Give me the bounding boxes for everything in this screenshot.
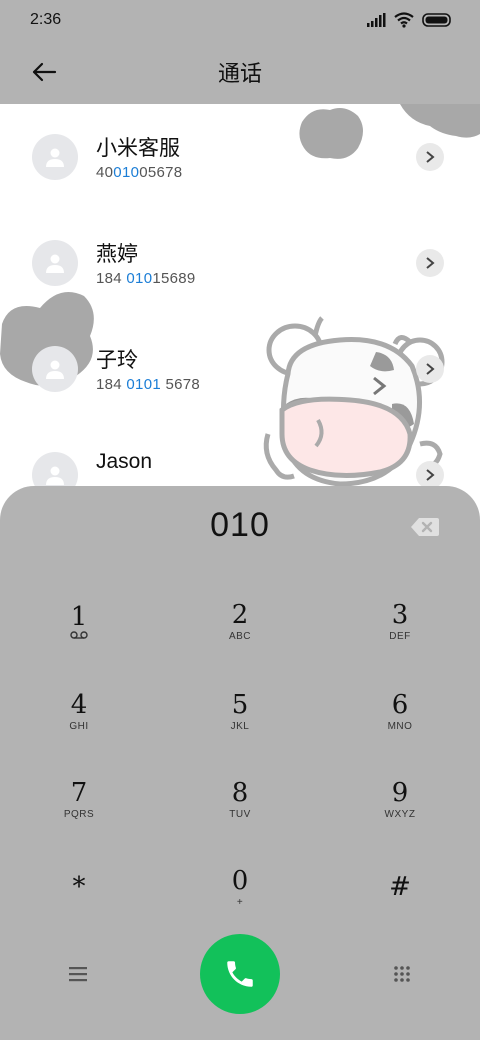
avatar	[32, 134, 78, 180]
status-bar: 2:36	[0, 0, 480, 40]
contact-number: 184 0101 5678	[96, 376, 200, 393]
contact-name: Jason	[96, 450, 153, 473]
contact-name: 小米客服	[96, 136, 180, 160]
number-part: 184	[96, 376, 127, 393]
contact-number: 184 01015689	[96, 270, 196, 287]
contact-row[interactable]: 燕婷 184 01015689	[0, 210, 480, 316]
status-icons	[366, 12, 452, 28]
number-match: 010	[113, 164, 140, 181]
contact-row[interactable]: Jason	[0, 422, 480, 486]
key-digit: 6	[391, 689, 409, 720]
key-letters: MNO	[387, 720, 413, 732]
key-9[interactable]: 9 WXYZ	[345, 764, 455, 834]
person-icon	[46, 254, 64, 273]
key-digit: 7	[70, 777, 88, 808]
key-star[interactable]: *	[24, 852, 134, 922]
call-button[interactable]	[200, 934, 280, 1014]
battery-icon	[422, 13, 451, 27]
number-part: 184	[96, 270, 127, 287]
chevron-right-icon	[426, 257, 435, 269]
key-2[interactable]: 2 ABC	[185, 586, 295, 656]
key-digit: 9	[391, 777, 409, 808]
page-title: 通话	[217, 62, 262, 87]
key-letters: TUV	[229, 808, 251, 820]
contact-row[interactable]: 子玲 184 0101 5678	[0, 316, 480, 422]
keypad-icon	[394, 966, 410, 982]
chevron-right-icon	[426, 363, 435, 375]
key-6[interactable]: 6 MNO	[345, 676, 455, 746]
key-letters: ABC	[228, 630, 252, 642]
key-digit: 5	[231, 689, 249, 720]
avatar	[32, 346, 78, 392]
number-part: 5678	[160, 376, 201, 393]
key-5[interactable]: 5 JKL	[185, 676, 295, 746]
key-letters: +	[236, 896, 244, 908]
detail-button[interactable]	[416, 143, 444, 171]
chevron-right-icon	[426, 151, 435, 163]
menu-icon	[69, 967, 87, 982]
number-part: 15689	[152, 270, 196, 287]
number-match: 0101	[126, 376, 161, 393]
key-digit: 2	[231, 599, 249, 630]
key-letters: DEF	[389, 630, 411, 642]
key-digit: #	[389, 872, 411, 902]
signal-icon	[367, 13, 386, 27]
dialed-number: 010	[210, 506, 270, 544]
key-0[interactable]: 0 +	[185, 852, 295, 922]
backspace-icon	[411, 518, 439, 536]
number-match: 010	[126, 270, 153, 287]
key-8[interactable]: 8 TUV	[185, 764, 295, 834]
status-time: 2:36	[30, 11, 62, 28]
contact-number: 4001005678	[96, 164, 182, 181]
contact-list: 小米客服 4001005678 燕婷 184 01015689 子玲 184 0…	[0, 104, 480, 486]
person-icon	[46, 466, 64, 485]
person-icon	[46, 360, 64, 379]
phone-icon	[227, 961, 253, 987]
key-7[interactable]: 7 PQRS	[24, 764, 134, 834]
key-letters: GHI	[69, 720, 89, 732]
key-letters: PQRS	[63, 808, 95, 820]
delete-button[interactable]	[410, 516, 440, 538]
dialpad-panel: 010 1 2 ABC 3 DEF 4 GHI 5 JKL 6 MNO 7 PQ…	[0, 486, 480, 1040]
key-digit: 4	[70, 689, 88, 720]
key-digit: 3	[391, 599, 409, 630]
key-letters: WXYZ	[384, 808, 416, 820]
key-hash[interactable]: #	[345, 852, 455, 922]
keypad-toggle-button[interactable]	[388, 960, 416, 988]
voicemail-icon	[70, 631, 88, 639]
key-1[interactable]: 1	[24, 586, 134, 656]
avatar	[32, 452, 78, 486]
menu-button[interactable]	[64, 960, 92, 988]
person-icon	[46, 148, 64, 167]
key-digit: 8	[231, 777, 249, 808]
key-digit: 0	[231, 865, 249, 896]
contact-name: 子玲	[96, 348, 138, 372]
key-4[interactable]: 4 GHI	[24, 676, 134, 746]
contact-row[interactable]: 小米客服 4001005678	[0, 104, 480, 210]
wifi-icon	[394, 12, 414, 28]
key-digit: *	[72, 872, 86, 902]
key-3[interactable]: 3 DEF	[345, 586, 455, 656]
key-letters: JKL	[230, 720, 250, 732]
detail-button[interactable]	[416, 355, 444, 383]
contact-name: 燕婷	[96, 242, 138, 266]
avatar	[32, 240, 78, 286]
number-part: 05678	[139, 164, 183, 181]
detail-button[interactable]	[416, 249, 444, 277]
key-digit: 1	[70, 602, 88, 632]
chevron-right-icon	[426, 469, 435, 481]
number-part: 40	[96, 164, 114, 181]
header: 通话	[0, 40, 480, 104]
detail-button[interactable]	[416, 461, 444, 486]
